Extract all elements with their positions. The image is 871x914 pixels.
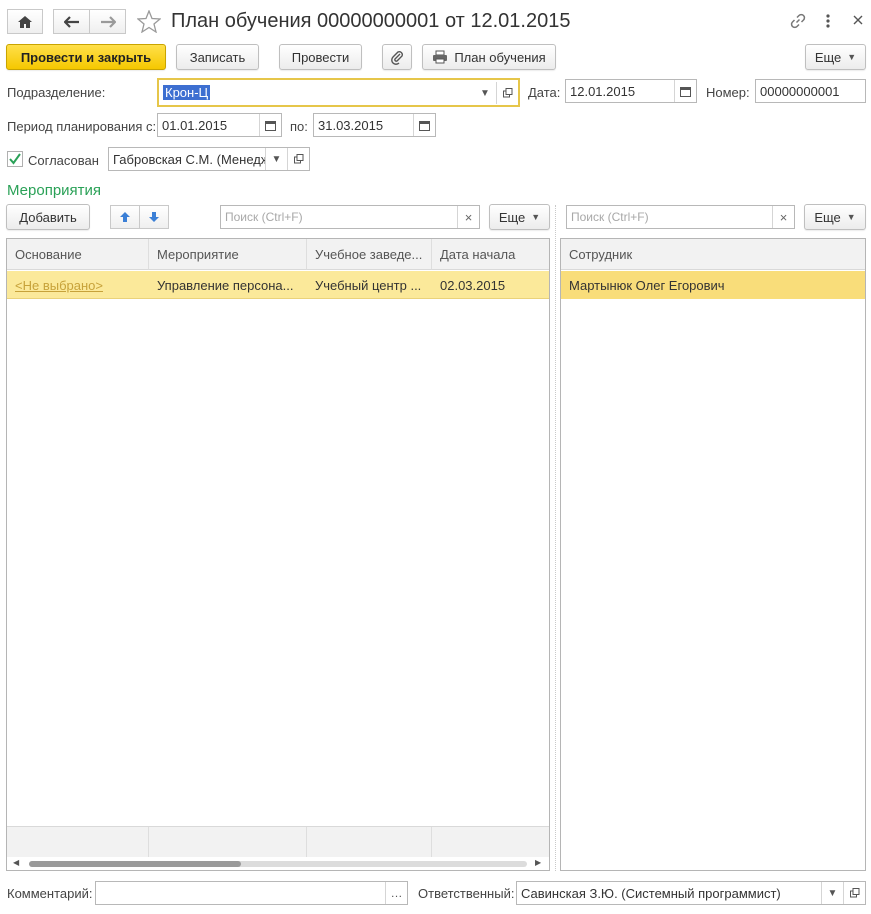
dropdown-caret-icon: ▼ [846, 212, 856, 222]
calendar-icon[interactable] [413, 114, 435, 136]
arrow-down-icon [149, 212, 159, 222]
approver-value: Габровская С.М. (Менеджер) [113, 151, 265, 167]
close-icon[interactable] [852, 14, 864, 29]
dropdown-caret-icon: ▼ [847, 52, 857, 62]
column-header-event[interactable]: Мероприятие [149, 239, 307, 270]
column-header-basis[interactable]: Основание [7, 239, 149, 270]
favorite-star-icon[interactable] [136, 9, 162, 36]
link-icon[interactable] [790, 13, 806, 32]
clear-icon[interactable]: × [457, 206, 479, 228]
table-row[interactable]: <Не выбрано> Управление персона... Учебн… [7, 271, 549, 299]
table-row[interactable]: Мартынюк Олег Егорович [561, 271, 865, 299]
events-search-input[interactable]: Поиск (Ctrl+F) × [220, 205, 480, 229]
more-label: Еще [814, 49, 842, 65]
events-more-label: Еще [498, 209, 526, 225]
column-header-institution[interactable]: Учебное заведе... [307, 239, 432, 270]
scroll-left-icon[interactable]: ◀ [13, 858, 19, 867]
event-cell: Управление персона... [157, 277, 294, 293]
column-header-start-date[interactable]: Дата начала [432, 239, 549, 270]
period-from-value: 01.01.2015 [162, 117, 228, 133]
clear-icon[interactable]: × [772, 206, 794, 228]
attach-button[interactable] [382, 44, 412, 70]
basis-link[interactable]: <Не выбрано> [7, 271, 149, 299]
open-link-icon[interactable] [287, 148, 309, 170]
save-button[interactable]: Записать [176, 44, 259, 70]
forward-button[interactable] [89, 9, 126, 34]
column-header-employee[interactable]: Сотрудник [561, 239, 865, 270]
date-value: 12.01.2015 [570, 83, 636, 99]
period-from-field[interactable]: 01.01.2015 [157, 113, 282, 137]
approved-label: Согласован [28, 153, 99, 168]
dropdown-arrow-icon[interactable]: ▼ [265, 148, 287, 170]
ellipsis-icon[interactable]: … [385, 882, 407, 904]
employees-search-placeholder: Поиск (Ctrl+F) [571, 210, 649, 224]
comment-field[interactable]: … [95, 881, 408, 905]
open-link-icon[interactable] [496, 82, 518, 104]
period-to-value: 31.03.2015 [318, 117, 384, 133]
scrollbar-track [29, 861, 527, 867]
calendar-icon[interactable] [674, 80, 696, 102]
panel-splitter[interactable] [555, 205, 556, 871]
events-more-button[interactable]: Еще ▼ [489, 204, 550, 230]
move-up-button[interactable] [110, 205, 140, 229]
period-to-label: по: [290, 119, 308, 134]
post-button[interactable]: Провести [279, 44, 362, 70]
employee-cell: Мартынюк Олег Егорович [569, 277, 725, 293]
department-label: Подразделение: [7, 85, 106, 100]
period-to-field[interactable]: 31.03.2015 [313, 113, 436, 137]
printer-icon [433, 50, 448, 64]
scrollbar-thumb[interactable] [29, 861, 241, 867]
dropdown-arrow-icon[interactable]: ▼ [474, 82, 496, 104]
events-table[interactable]: Основание Мероприятие Учебное заведе... … [6, 238, 550, 871]
horizontal-scrollbar[interactable]: ◀ ▶ [7, 857, 549, 870]
arrow-left-icon [63, 15, 79, 28]
number-label: Номер: [706, 85, 750, 100]
post-and-close-button[interactable]: Провести и закрыть [6, 44, 166, 70]
date-label: Дата: [528, 85, 561, 100]
date-field[interactable]: 12.01.2015 [565, 79, 697, 103]
events-section-title: Мероприятия [7, 182, 102, 199]
period-label: Период планирования с: [7, 119, 157, 134]
department-field[interactable]: Крон-Ц ▼ [157, 78, 520, 107]
paperclip-icon [391, 51, 403, 65]
checkmark-icon [9, 153, 21, 165]
more-button[interactable]: Еще ▼ [805, 44, 866, 70]
department-value: Крон-Ц [163, 85, 211, 100]
employees-table[interactable]: Сотрудник Мартынюк Олег Егорович [560, 238, 866, 871]
print-plan-button[interactable]: План обучения [422, 44, 556, 70]
number-value: 00000000001 [760, 83, 840, 99]
window-title: План обучения 00000000001 от 12.01.2015 [171, 10, 571, 32]
responsible-value: Савинская З.Ю. (Системный программист) [521, 885, 781, 901]
number-field[interactable]: 00000000001 [755, 79, 866, 103]
employees-more-button[interactable]: Еще ▼ [804, 204, 866, 230]
more-vertical-icon[interactable] [823, 12, 833, 30]
home-button[interactable] [7, 9, 43, 34]
dropdown-arrow-icon[interactable]: ▼ [821, 882, 843, 904]
approver-field[interactable]: Габровская С.М. (Менеджер) ▼ [108, 147, 310, 171]
arrow-right-icon [100, 15, 116, 28]
responsible-field[interactable]: Савинская З.Ю. (Системный программист) ▼ [516, 881, 866, 905]
scroll-right-icon[interactable]: ▶ [535, 858, 541, 867]
table-footer [7, 826, 549, 858]
calendar-icon[interactable] [259, 114, 281, 136]
add-event-button[interactable]: Добавить [6, 204, 90, 230]
events-search-placeholder: Поиск (Ctrl+F) [225, 210, 303, 224]
home-icon [18, 15, 32, 28]
open-link-icon[interactable] [843, 882, 865, 904]
back-button[interactable] [53, 9, 90, 34]
approved-checkbox[interactable] [7, 151, 23, 167]
comment-label: Комментарий: [7, 886, 93, 901]
responsible-label: Ответственный: [418, 886, 515, 901]
start-date-cell: 02.03.2015 [440, 277, 506, 293]
employees-search-input[interactable]: Поиск (Ctrl+F) × [566, 205, 795, 229]
employees-more-label: Еще [814, 209, 841, 225]
arrow-up-icon [120, 212, 130, 222]
move-down-button[interactable] [139, 205, 169, 229]
institution-cell: Учебный центр ... [315, 277, 422, 293]
dropdown-caret-icon: ▼ [531, 212, 541, 222]
print-plan-label: План обучения [454, 49, 546, 65]
